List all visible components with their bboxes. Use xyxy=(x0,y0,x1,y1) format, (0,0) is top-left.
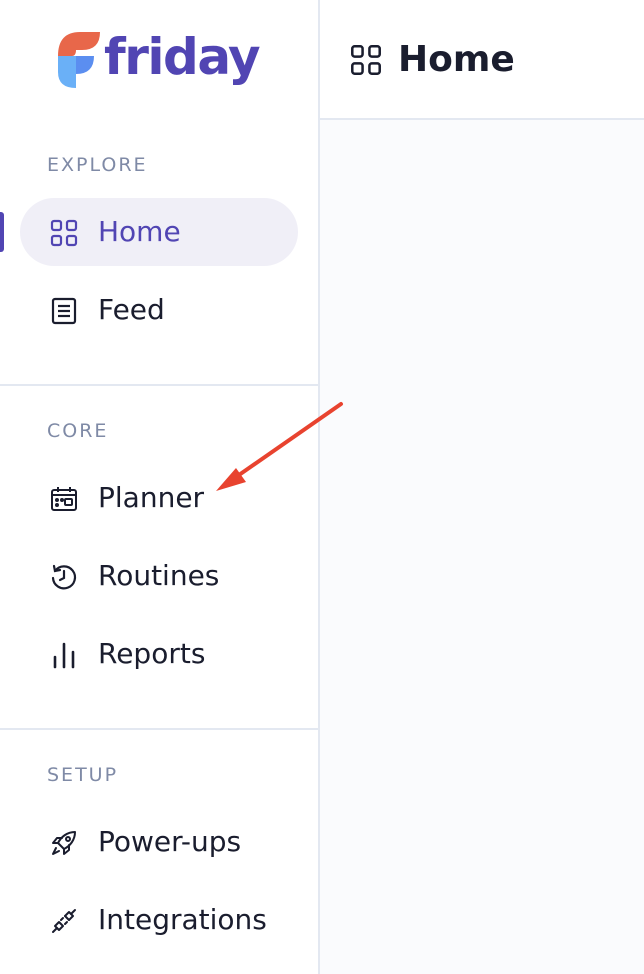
history-clock-icon xyxy=(49,562,79,592)
logo-text: friday xyxy=(104,28,261,86)
sidebar-item-power-ups[interactable]: Power-ups xyxy=(20,808,298,876)
active-indicator xyxy=(0,212,4,252)
section-label-setup: SETUP xyxy=(47,764,119,786)
document-list-icon xyxy=(49,296,79,326)
sidebar-item-label: Reports xyxy=(98,637,206,670)
section-label-core: CORE xyxy=(47,420,109,442)
section-label-explore: EXPLORE xyxy=(47,154,148,176)
friday-logo-icon xyxy=(58,32,100,88)
rocket-icon xyxy=(49,828,79,858)
app-logo[interactable]: friday xyxy=(56,28,261,92)
sidebar-item-feed[interactable]: Feed xyxy=(20,276,298,344)
main-content xyxy=(320,120,644,974)
sidebar-item-label: Routines xyxy=(98,559,220,592)
bar-chart-icon xyxy=(49,640,79,670)
page-title: Home xyxy=(398,39,515,80)
section-divider xyxy=(0,384,318,386)
sidebar-item-home[interactable]: Home xyxy=(20,198,298,266)
sidebar-item-label: Integrations xyxy=(98,903,267,936)
grid-icon xyxy=(350,44,382,76)
sidebar-item-planner[interactable]: Planner xyxy=(20,464,298,532)
sidebar-item-reports[interactable]: Reports xyxy=(20,620,298,688)
plug-icon xyxy=(49,906,79,936)
calendar-icon xyxy=(49,484,79,514)
sidebar-item-label: Planner xyxy=(98,481,205,514)
sidebar-item-integrations[interactable]: Integrations xyxy=(20,886,298,954)
sidebar-item-label: Power-ups xyxy=(98,825,242,858)
sidebar-item-label: Feed xyxy=(98,293,165,326)
sidebar: friday EXPLORE Home Feed CORE Planner Ro… xyxy=(0,0,320,974)
section-divider xyxy=(0,728,318,730)
page-header: Home xyxy=(320,0,644,120)
sidebar-item-routines[interactable]: Routines xyxy=(20,542,298,610)
grid-icon xyxy=(49,218,79,248)
sidebar-item-label: Home xyxy=(98,215,181,248)
